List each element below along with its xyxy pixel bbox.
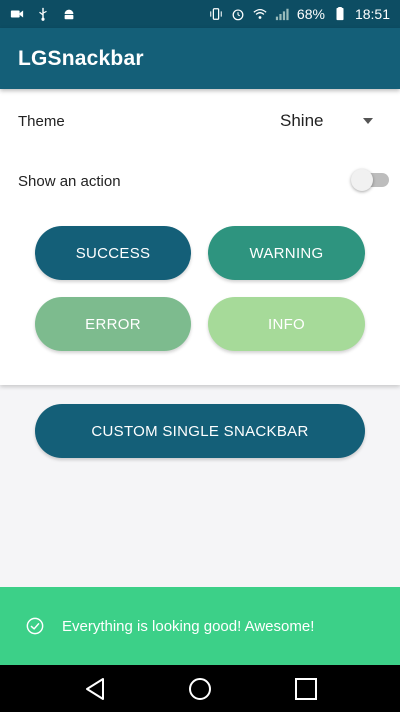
show-action-row: Show an action bbox=[18, 169, 389, 191]
status-time: 18:51 bbox=[354, 6, 390, 22]
usb-icon bbox=[39, 7, 47, 21]
signal-icon bbox=[275, 8, 289, 21]
warning-button[interactable]: WARNING bbox=[208, 226, 365, 280]
battery-percent: 68% bbox=[296, 6, 325, 22]
vibrate-icon bbox=[210, 8, 222, 20]
android-icon bbox=[64, 9, 74, 20]
app-title: LGSnackbar bbox=[18, 46, 144, 70]
theme-dropdown[interactable]: Shine bbox=[18, 111, 382, 131]
settings-card: Theme Shine Show an action SUCCESS WARNI… bbox=[0, 89, 400, 385]
alarm-icon bbox=[232, 9, 244, 21]
video-camera-icon bbox=[10, 10, 24, 18]
check-circle-icon bbox=[26, 617, 44, 635]
snackbar: Everything is looking good! Awesome! bbox=[0, 587, 400, 665]
show-action-label: Show an action bbox=[18, 172, 121, 190]
theme-value: Shine bbox=[280, 111, 324, 130]
wifi-icon bbox=[253, 9, 267, 19]
snackbar-message: Everything is looking good! Awesome! bbox=[62, 617, 315, 635]
theme-row: Theme Shine bbox=[18, 111, 373, 131]
navigation-bar bbox=[0, 665, 400, 712]
show-action-toggle[interactable] bbox=[351, 169, 389, 191]
toggle-thumb bbox=[351, 169, 373, 191]
dropdown-arrow-icon bbox=[363, 118, 373, 124]
recents-icon[interactable] bbox=[294, 677, 318, 701]
info-button[interactable]: INFO bbox=[208, 297, 365, 351]
success-button[interactable]: SUCCESS bbox=[35, 226, 191, 280]
battery-icon bbox=[336, 7, 344, 21]
error-button[interactable]: ERROR bbox=[35, 297, 191, 351]
app-bar: LGSnackbar bbox=[0, 28, 400, 89]
custom-single-snackbar-button[interactable]: CUSTOM SINGLE SNACKBAR bbox=[35, 404, 365, 458]
home-icon[interactable] bbox=[188, 677, 212, 701]
back-icon[interactable] bbox=[84, 677, 106, 701]
status-bar: 68% 18:51 bbox=[0, 0, 400, 28]
